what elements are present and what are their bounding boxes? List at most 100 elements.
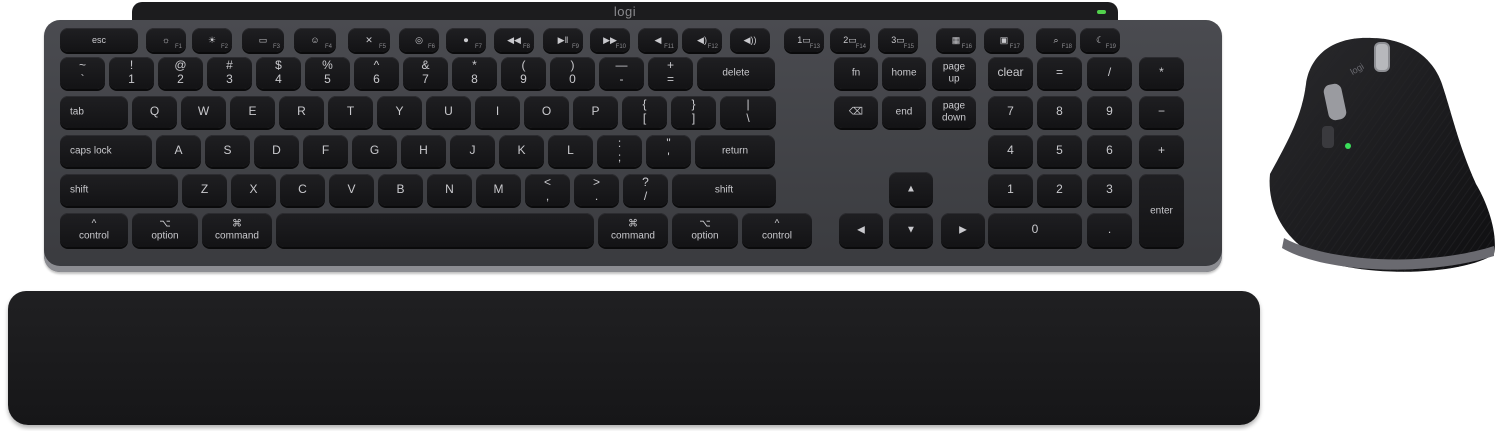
key-f1-brightness-down[interactable]: ☼ F1 [146,28,186,52]
key-num-5[interactable]: % 5 [305,57,350,89]
key-num-3[interactable]: # 3 [207,57,252,89]
key-z-1[interactable]: Z [182,174,227,206]
key-numpad-9[interactable]: 5 [1037,135,1082,167]
key-bottom-6[interactable]: ^ control [742,213,812,247]
key-numpad-0[interactable]: clear [988,57,1033,89]
key-bottom-5[interactable]: ⌥ option [672,213,738,247]
key-numpad-7[interactable]: − [1139,96,1184,128]
key-z-10[interactable]: ? / [623,174,668,206]
key-nav-3[interactable]: ⌫ [834,96,878,128]
key-q-2[interactable]: W [181,96,226,128]
key-arrow-up[interactable]: ▲ [889,172,933,206]
key-arrow-right[interactable]: ▶ [941,213,985,247]
key-f3-mission-control[interactable]: ▭ F3 [242,28,284,52]
key-numpad-0[interactable]: 0 [988,213,1082,247]
key-arrow-left[interactable]: ◀ [839,213,883,247]
key-numpad-dot[interactable]: . [1087,213,1132,247]
key-numpad-13[interactable]: 2 [1037,174,1082,206]
key-q-3[interactable]: E [230,96,275,128]
key-a-1[interactable]: A [156,135,201,167]
key-a-2[interactable]: S [205,135,250,167]
key-a-0[interactable]: caps lock [60,135,152,167]
key-z-5[interactable]: B [378,174,423,206]
key-q-6[interactable]: Y [377,96,422,128]
key-f7-dictation[interactable]: ⏺ F7 [446,28,486,52]
key-z-2[interactable]: X [231,174,276,206]
key-nav-4[interactable]: end [882,96,926,128]
key-z-9[interactable]: > . [574,174,619,206]
key-q-5[interactable]: T [328,96,373,128]
key-q-10[interactable]: P [573,96,618,128]
key-q-11[interactable]: { [ [622,96,667,128]
key-z-0[interactable]: shift [60,174,178,206]
key-f17-screen-lock[interactable]: ▣ F17 [984,28,1024,52]
key-num-6[interactable]: ^ 6 [354,57,399,89]
key-num-8[interactable]: * 8 [452,57,497,89]
key-f19-sleep[interactable]: ☾ F19 [1080,28,1120,52]
key-easy-switch-3[interactable]: 3▭ F15 [878,28,918,52]
key-q-0[interactable]: tab [60,96,128,128]
key-f11-mute[interactable]: ◀ F11 [638,28,678,52]
key-numpad-12[interactable]: 1 [988,174,1033,206]
key-f16-calculator[interactable]: ▦ F16 [936,28,976,52]
key-a-10[interactable]: : ; [597,135,642,167]
key-esc[interactable]: esc [60,28,138,52]
key-nav-0[interactable]: fn [834,57,878,89]
key-numpad-1[interactable]: = [1037,57,1082,89]
key-nav-2[interactable]: page up [932,57,976,89]
key-a-8[interactable]: K [499,135,544,167]
key-num-2[interactable]: @ 2 [158,57,203,89]
key-numpad-4[interactable]: 7 [988,96,1033,128]
key-bottom-2[interactable]: ⌘ command [202,213,272,247]
key-volume-up-lock[interactable]: ◀)) [730,28,770,52]
key-num-10[interactable]: ) 0 [550,57,595,89]
key-a-12[interactable]: return [695,135,775,167]
key-f9-play-pause[interactable]: ▶‖ F9 [543,28,583,52]
key-numpad-11[interactable]: + [1139,135,1184,167]
key-bottom-4[interactable]: ⌘ command [598,213,668,247]
key-numpad-6[interactable]: 9 [1087,96,1132,128]
key-q-13[interactable]: | \ [720,96,776,128]
key-a-4[interactable]: F [303,135,348,167]
key-a-3[interactable]: D [254,135,299,167]
key-z-3[interactable]: C [280,174,325,206]
key-numpad-10[interactable]: 6 [1087,135,1132,167]
key-num-0[interactable]: ~ ` [60,57,105,89]
key-z-7[interactable]: M [476,174,521,206]
key-easy-switch-2[interactable]: 2▭ F14 [830,28,870,52]
key-z-6[interactable]: N [427,174,472,206]
key-num-13[interactable]: delete [697,57,775,89]
key-arrow-down[interactable]: ▼ [889,213,933,247]
key-num-7[interactable]: & 7 [403,57,448,89]
key-easy-switch-1[interactable]: 1▭ F13 [784,28,824,52]
key-f18-search[interactable]: ⌕ F18 [1036,28,1076,52]
key-f12-volume-down[interactable]: ◀) F12 [682,28,722,52]
key-z-11[interactable]: shift [672,174,776,206]
key-z-4[interactable]: V [329,174,374,206]
key-f5-mute-mic[interactable]: ✕ F5 [348,28,390,52]
key-a-11[interactable]: " ' [646,135,691,167]
key-numpad-2[interactable]: / [1087,57,1132,89]
key-z-8[interactable]: < , [525,174,570,206]
key-num-1[interactable]: ! 1 [109,57,154,89]
key-q-12[interactable]: } ] [671,96,716,128]
key-numpad-3[interactable]: * [1139,57,1184,89]
key-num-9[interactable]: ( 9 [501,57,546,89]
key-numpad-14[interactable]: 3 [1087,174,1132,206]
key-a-5[interactable]: G [352,135,397,167]
key-q-4[interactable]: R [279,96,324,128]
key-q-8[interactable]: I [475,96,520,128]
key-q-7[interactable]: U [426,96,471,128]
key-num-11[interactable]: — - [599,57,644,89]
key-a-9[interactable]: L [548,135,593,167]
key-bottom-3[interactable] [276,213,594,247]
key-a-7[interactable]: J [450,135,495,167]
key-bottom-1[interactable]: ⌥ option [132,213,198,247]
key-bottom-0[interactable]: ^ control [60,213,128,247]
key-a-6[interactable]: H [401,135,446,167]
key-f8-rewind[interactable]: ◀◀ F8 [494,28,534,52]
key-num-12[interactable]: + = [648,57,693,89]
key-numpad-enter[interactable]: enter [1139,174,1184,247]
key-f10-forward[interactable]: ▶▶ F10 [590,28,630,52]
key-numpad-5[interactable]: 8 [1037,96,1082,128]
